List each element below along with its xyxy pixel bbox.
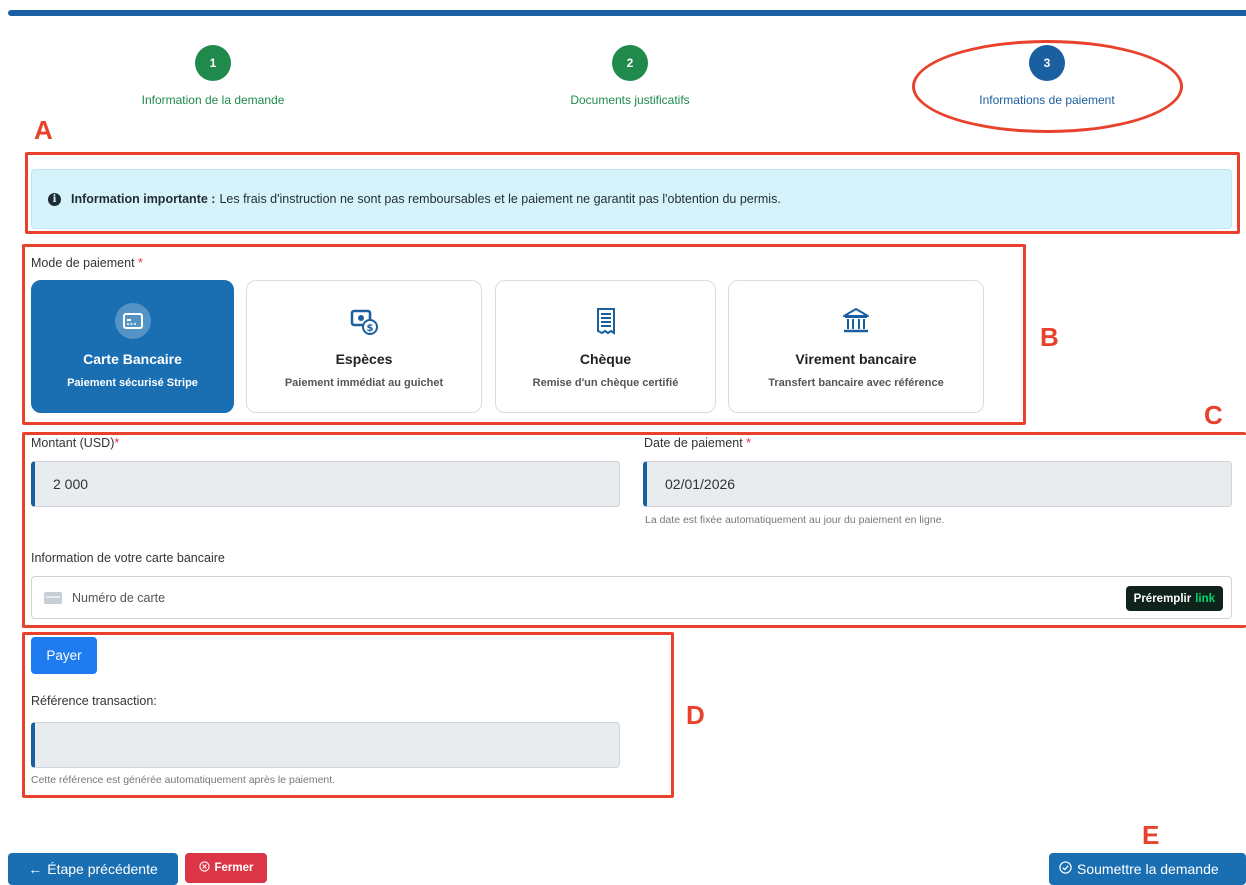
annotation-letter-e: E [1142,820,1160,850]
payment-option-subtitle: Paiement sécurisé Stripe [67,377,198,389]
payment-option-title: Chèque [579,351,632,367]
step-2-number: 2 [612,45,648,81]
required-mark: * [114,436,120,450]
info-circle-icon: i [48,192,61,206]
payment-option-transfer[interactable]: Virement bancaire Transfert bancaire ave… [728,280,984,413]
submit-request-label: Soumettre la demande [1077,861,1219,877]
annotation-letter-b: B [1040,322,1059,352]
arrow-left-icon: ← [28,861,43,877]
payment-option-subtitle: Remise d'un chèque certifié [532,377,679,389]
payment-option-subtitle: Transfert bancaire avec référence [768,377,944,389]
payment-mode-label-text: Mode de paiement [31,256,135,270]
annotation-letter-a: A [34,115,53,145]
submit-request-button[interactable]: Soumettre la demande [1049,853,1246,885]
payment-date-input[interactable]: 02/01/2026 [643,461,1232,507]
payment-option-cheque[interactable]: Chèque Remise d'un chèque certifié [495,280,716,413]
amount-label-text: Montant (USD) [31,436,115,450]
alert-title: Information importante : [71,192,216,206]
transaction-reference-help: Cette référence est générée automatiquem… [31,774,336,786]
transaction-reference-label: Référence transaction: [31,694,157,708]
payment-date-label-text: Date de paiement [644,436,743,450]
annotation-letter-d: D [686,700,705,730]
transaction-reference-input[interactable] [31,722,620,768]
amount-label: Montant (USD)* [31,436,119,450]
close-label: Fermer [214,862,254,874]
important-info-alert: i Information importante : Les frais d'i… [31,169,1232,229]
close-button[interactable]: Fermer [185,853,267,883]
bank-icon [838,303,874,339]
close-circle-icon [198,861,210,875]
required-mark: * [746,436,752,450]
payment-option-card[interactable]: Carte Bancaire Paiement sécurisé Stripe [31,280,234,413]
card-number-placeholder: Numéro de carte [72,590,166,605]
payment-option-subtitle: Paiement immédiat au guichet [284,377,444,389]
previous-step-button[interactable]: ← Étape précédente [8,853,178,885]
card-info-label: Information de votre carte bancaire [31,551,225,565]
step-3-label: Informations de paiement [979,93,1115,107]
svg-text:$: $ [367,323,374,334]
cash-icon: $ [346,303,382,339]
step-2[interactable]: 2 Documents justificatifs [500,45,760,107]
previous-step-label: Étape précédente [47,861,158,877]
alert-text: Les frais d'instruction ne sont pas remb… [219,192,781,206]
payment-option-title: Espèces [335,351,393,367]
progress-bar [8,10,1246,16]
pay-button[interactable]: Payer [31,637,97,674]
step-3-number: 3 [1029,45,1065,81]
card-icon [44,591,62,604]
payment-option-title: Carte Bancaire [83,351,182,367]
prefill-label: Préremplir [1133,592,1192,605]
payment-mode-label: Mode de paiement * [31,256,143,270]
check-circle-icon [1059,861,1072,877]
receipt-icon [588,303,624,339]
payment-date-label: Date de paiement * [644,436,751,450]
step-2-label: Documents justificatifs [570,93,690,107]
step-1[interactable]: 1 Information de la demande [83,45,343,107]
step-1-label: Information de la demande [141,93,285,107]
required-mark: * [138,256,143,270]
amount-input[interactable]: 2 000 [31,461,620,507]
step-1-number: 1 [195,45,231,81]
step-3[interactable]: 3 Informations de paiement [917,45,1177,107]
annotation-letter-c: C [1204,400,1223,430]
payment-option-title: Virement bancaire [795,351,917,367]
card-number-input[interactable]: Numéro de carte Préremplir link [31,576,1232,619]
payment-option-cash[interactable]: $ Espèces Paiement immédiat au guichet [246,280,482,413]
link-logo: link [1195,592,1215,605]
prefill-link-button[interactable]: Préremplir link [1125,586,1223,611]
payment-date-help: La date est fixée automatiquement au jou… [645,514,945,526]
credit-card-icon [114,303,151,339]
